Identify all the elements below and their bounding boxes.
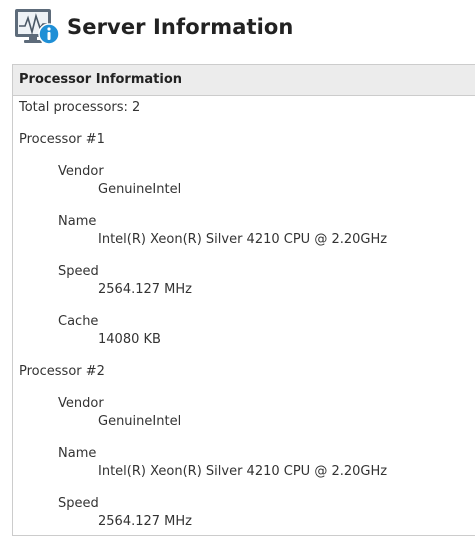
field-value-cache: 14080 KB [98, 332, 161, 347]
field-value-name: Intel(R) Xeon(R) Silver 4210 CPU @ 2.20G… [98, 464, 388, 479]
field-label-vendor: Vendor [58, 396, 104, 411]
field-label-vendor: Vendor [58, 164, 104, 179]
server-info-icon [14, 8, 60, 46]
panel-header: Processor Information [13, 65, 475, 96]
field-value-vendor: GenuineIntel [98, 414, 182, 429]
processor-title: Processor #2 [19, 364, 105, 379]
page-header: Server Information [14, 7, 293, 47]
field-label-speed: Speed [58, 264, 99, 279]
field-label-speed: Speed [58, 496, 99, 511]
field-label-cache: Cache [58, 314, 99, 329]
field-label-name: Name [58, 446, 97, 461]
field-label-name: Name [58, 214, 97, 229]
total-processors: Total processors: 2 [19, 100, 141, 115]
page-title: Server Information [67, 15, 294, 39]
processor-info-panel: Processor Information Total processors: … [12, 64, 475, 536]
field-value-speed: 2564.127 MHz [98, 282, 192, 297]
processor-title: Processor #1 [19, 132, 105, 147]
field-value-vendor: GenuineIntel [98, 182, 182, 197]
field-value-name: Intel(R) Xeon(R) Silver 4210 CPU @ 2.20G… [98, 232, 388, 247]
field-value-speed: 2564.127 MHz [98, 514, 192, 529]
